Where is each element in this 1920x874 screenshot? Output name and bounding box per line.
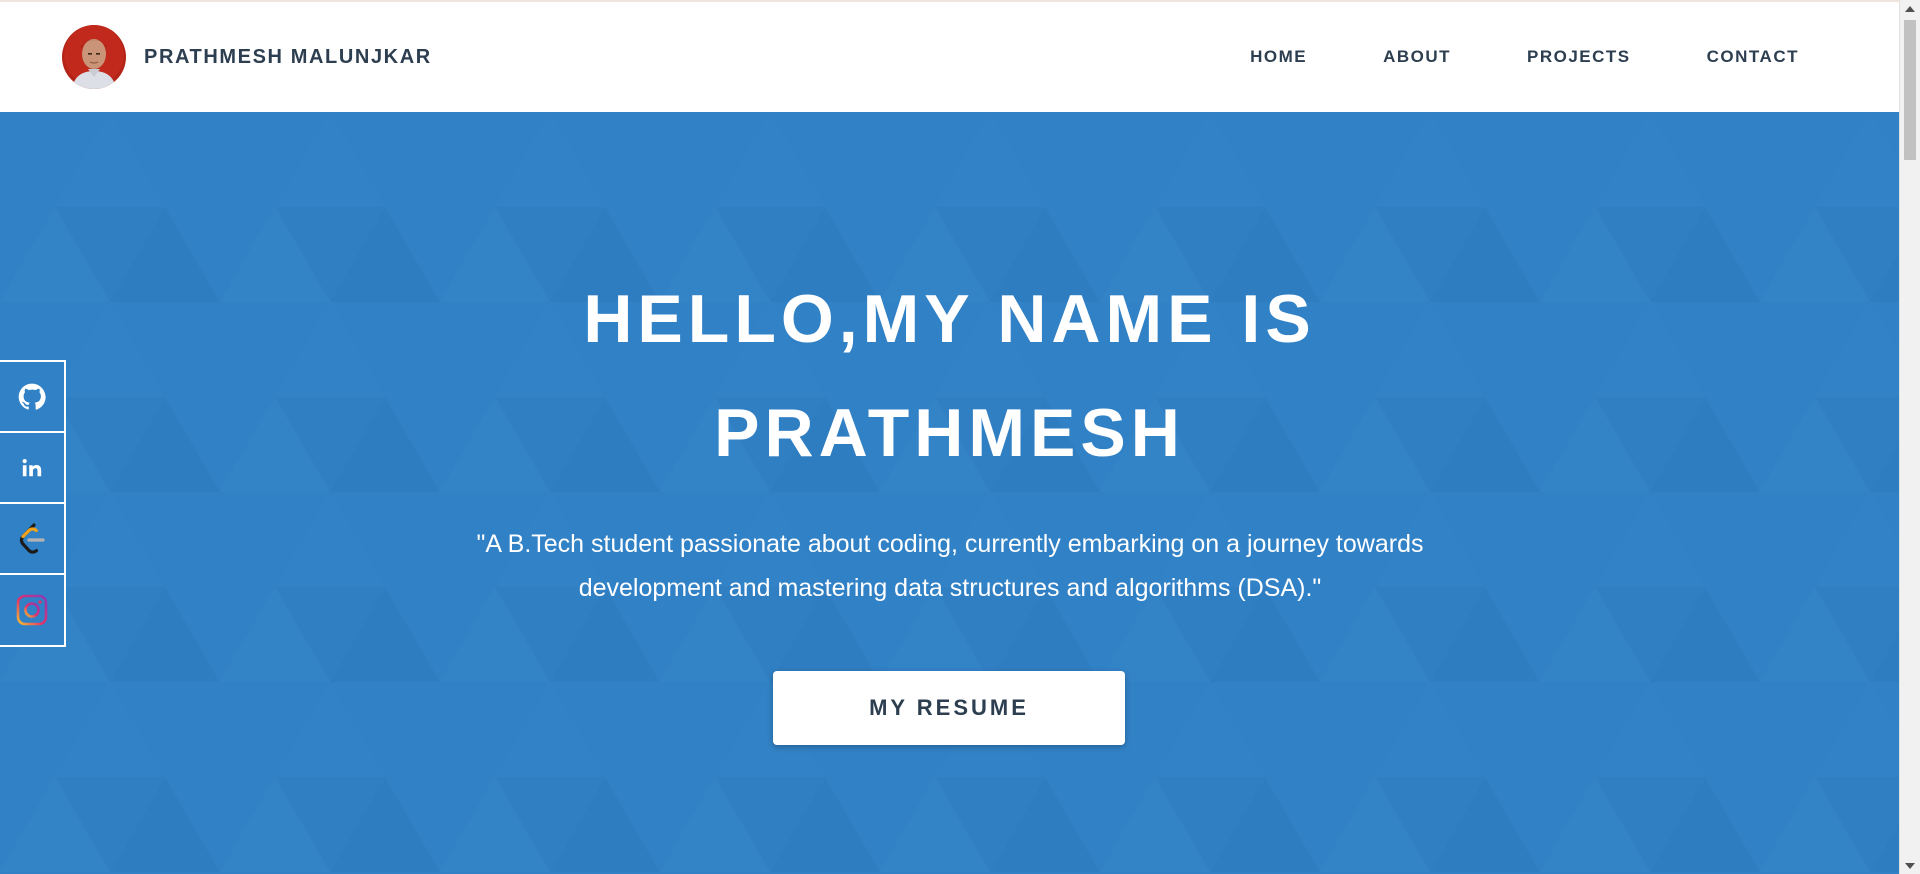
hero-subtitle: "A B.Tech student passionate about codin…: [476, 530, 1424, 602]
nav-home[interactable]: HOME: [1250, 47, 1307, 67]
hero-title-line1: HELLO,MY NAME IS: [583, 281, 1316, 357]
brand-name: PRATHMESH MALUNJKAR: [144, 45, 432, 68]
main-nav: HOME ABOUT PROJECTS CONTACT: [1250, 2, 1799, 112]
social-leetcode-link[interactable]: [0, 504, 64, 575]
social-github-link[interactable]: [0, 362, 64, 433]
leetcode-icon: [19, 522, 45, 554]
hero-title-line2: PRATHMESH: [714, 395, 1185, 471]
scroll-up-icon[interactable]: [1900, 0, 1920, 17]
social-sidebar: [0, 360, 66, 647]
resume-button[interactable]: MY RESUME: [773, 671, 1125, 745]
hero-title: HELLO,MY NAME IS PRATHMESH: [0, 262, 1899, 490]
scroll-down-icon[interactable]: [1900, 857, 1920, 874]
nav-about[interactable]: ABOUT: [1383, 47, 1451, 67]
vertical-scrollbar[interactable]: [1899, 0, 1920, 874]
social-linkedin-link[interactable]: [0, 433, 64, 504]
avatar: [62, 25, 126, 89]
instagram-icon: [16, 594, 48, 626]
github-icon: [18, 383, 46, 410]
nav-contact[interactable]: CONTACT: [1707, 47, 1799, 67]
hero-background-pattern: [0, 112, 1899, 874]
scrollbar-thumb[interactable]: [1904, 20, 1916, 160]
page: PRATHMESH MALUNJKAR HOME ABOUT PROJECTS …: [0, 0, 1920, 874]
linkedin-icon: [22, 458, 42, 476]
brand-link[interactable]: PRATHMESH MALUNJKAR: [62, 25, 432, 89]
nav-projects[interactable]: PROJECTS: [1527, 47, 1631, 67]
hero-section: HELLO,MY NAME IS PRATHMESH "A B.Tech stu…: [0, 112, 1899, 874]
site-header: PRATHMESH MALUNJKAR HOME ABOUT PROJECTS …: [0, 2, 1899, 112]
social-instagram-link[interactable]: [0, 575, 64, 645]
